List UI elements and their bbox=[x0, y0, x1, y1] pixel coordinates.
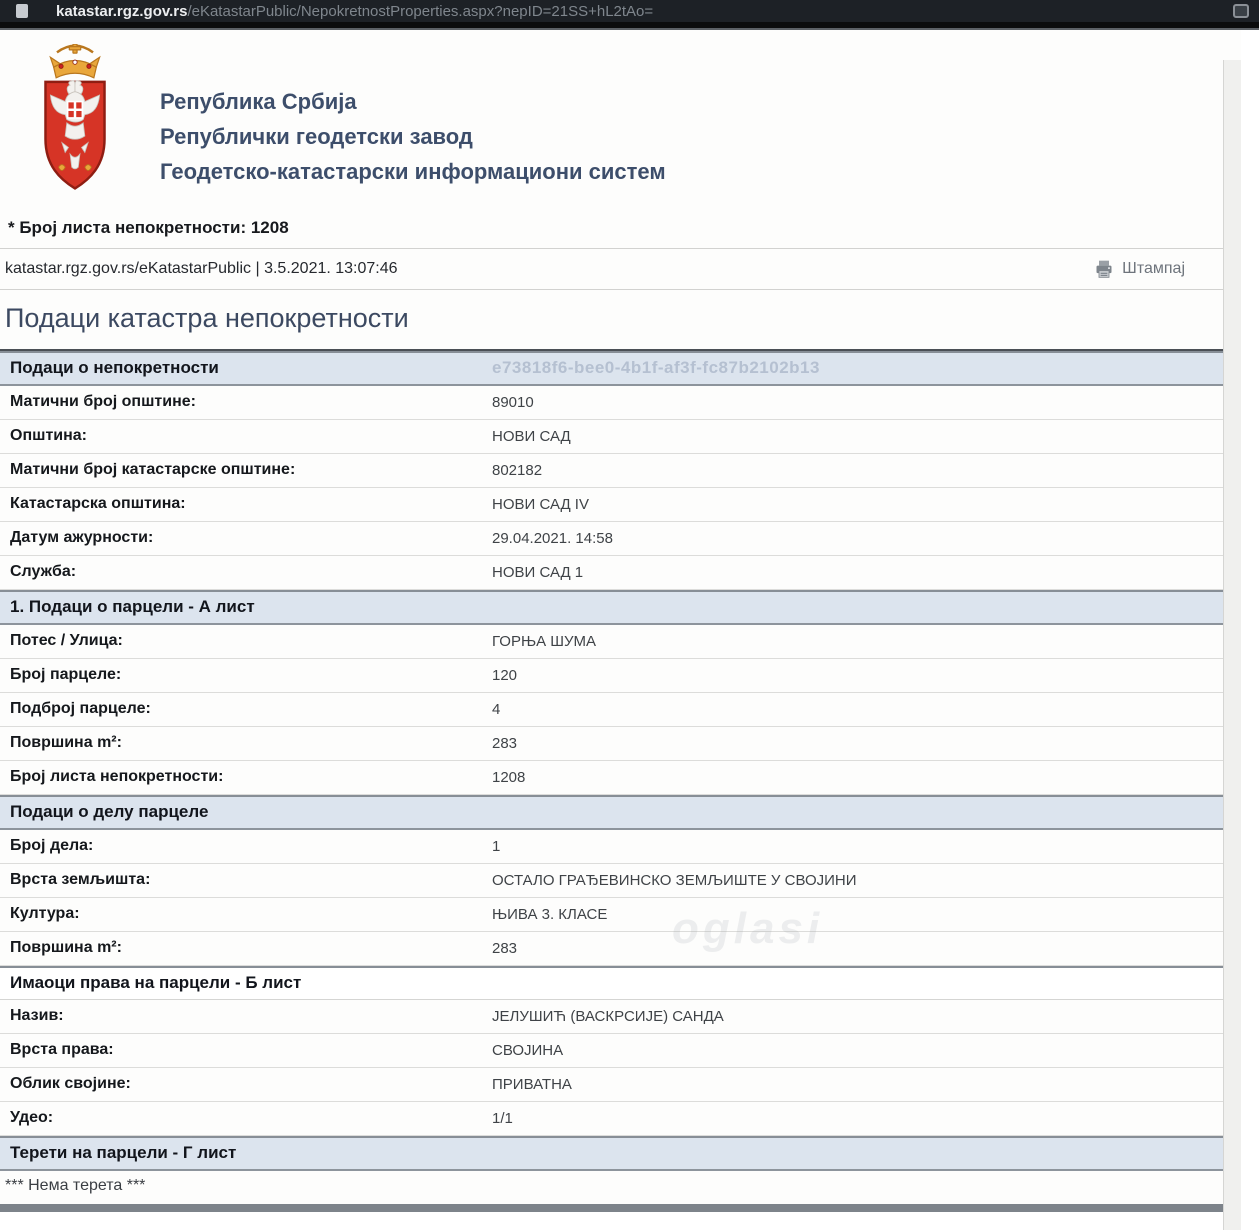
table-row: Култура: ЊИВА 3. КЛАСЕ bbox=[0, 898, 1241, 932]
serbia-coat-of-arms-icon bbox=[44, 44, 106, 190]
section-header: Имаоци права на парцели - Б лист bbox=[0, 968, 1241, 1000]
print-button[interactable]: Штампај bbox=[1094, 259, 1233, 279]
row-value: ГОРЊА ШУМА bbox=[492, 632, 597, 650]
property-guid: e73818f6-bee0-4b1f-af3f-fc87b2102b13 bbox=[492, 358, 820, 377]
section-parcel-a-list: 1. Подаци о парцели - А лист Потес / Ули… bbox=[0, 590, 1241, 795]
table-row: Врста земљишта: ОСТАЛО ГРАЂЕВИНСКО ЗЕМЉИ… bbox=[0, 864, 1241, 898]
masthead-line-country: Република Србија bbox=[160, 89, 357, 114]
table-row: Број листа непокретности: 1208 bbox=[0, 761, 1241, 795]
row-label: Општина: bbox=[10, 427, 88, 444]
table-row: Удео: 1/1 bbox=[0, 1102, 1241, 1136]
section-header: Подаци о делу парцеле bbox=[0, 797, 1241, 830]
page-icon bbox=[16, 4, 28, 18]
row-label: Површина m²: bbox=[10, 939, 122, 956]
table-row: Катастарска општина: НОВИ САД IV bbox=[0, 488, 1241, 522]
row-label: Облик својине: bbox=[10, 1075, 131, 1092]
ekatastar-page: Република Србија Републички геодетски за… bbox=[0, 30, 1241, 1230]
section-parcel-part: Подаци о делу парцеле Број дела: 1 Врста… bbox=[0, 795, 1241, 966]
table-bottom-bar bbox=[0, 1204, 1241, 1212]
browser-url-bar[interactable]: katastar.rgz.gov.rs/eKatastarPublic/Nepo… bbox=[0, 0, 1259, 22]
table-row: Матични број општине: 89010 bbox=[0, 386, 1241, 420]
row-label: Број дела: bbox=[10, 837, 94, 854]
section-header: 1. Подаци о парцели - А лист bbox=[0, 592, 1241, 625]
table-row: Број парцеле: 120 bbox=[0, 659, 1241, 693]
browser-action-icon[interactable] bbox=[1233, 4, 1249, 18]
table-row: Број дела: 1 bbox=[0, 830, 1241, 864]
section-header-label: Имаоци права на парцели - Б лист bbox=[10, 973, 302, 992]
row-value: ОСТАЛО ГРАЂЕВИНСКО ЗЕМЉИШТЕ У СВОЈИНИ bbox=[492, 871, 857, 889]
table-row: Општина: НОВИ САД bbox=[0, 420, 1241, 454]
source-timestamp: katastar.rgz.gov.rs/eKatastarPublic | 3.… bbox=[5, 260, 398, 277]
row-label: Потес / Улица: bbox=[10, 632, 123, 649]
row-value: 1 bbox=[492, 837, 501, 855]
row-value: НОВИ САД bbox=[492, 427, 571, 445]
section-encumbrances-g-list: Терети на парцели - Г лист *** Нема тере… bbox=[0, 1136, 1241, 1212]
print-label: Штампај bbox=[1122, 260, 1185, 277]
url-domain: katastar.rgz.gov.rs bbox=[56, 2, 188, 20]
row-value: 1208 bbox=[492, 768, 526, 786]
url-text[interactable]: katastar.rgz.gov.rs/eKatastarPublic/Nepo… bbox=[56, 3, 653, 20]
section-header-label: 1. Подаци о парцели - А лист bbox=[10, 597, 255, 616]
table-row: Датум ажурности: 29.04.2021. 14:58 bbox=[0, 522, 1241, 556]
masthead: Република Србија Републички геодетски за… bbox=[0, 30, 1241, 214]
sheet-number-line: * Број листа непокретности: 1208 bbox=[0, 214, 1241, 249]
row-label: Врста земљишта: bbox=[10, 871, 151, 888]
row-label: Култура: bbox=[10, 905, 80, 922]
row-label: Матични број општине: bbox=[10, 393, 196, 410]
row-label: Матични број катастарске општине: bbox=[10, 461, 296, 478]
page-title: Подаци катастра непокретности bbox=[5, 303, 409, 333]
row-value: 283 bbox=[492, 939, 518, 957]
masthead-line-agency: Републички геодетски завод bbox=[160, 124, 473, 149]
section-header-label: Подаци о делу парцеле bbox=[10, 802, 209, 821]
table-row: Матични број катастарске општине: 802182 bbox=[0, 454, 1241, 488]
table-row: Потес / Улица: ГОРЊА ШУМА bbox=[0, 625, 1241, 659]
row-value: 120 bbox=[492, 666, 518, 684]
section-header-label: Терети на парцели - Г лист bbox=[10, 1143, 237, 1162]
row-value: 802182 bbox=[492, 461, 543, 479]
section-header: Терети на парцели - Г лист bbox=[0, 1138, 1241, 1171]
section-rights-holders-b-list: Имаоци права на парцели - Б лист Назив: … bbox=[0, 966, 1241, 1136]
printer-icon bbox=[1096, 260, 1112, 278]
row-label: Датум ажурности: bbox=[10, 529, 154, 546]
row-value: ЊИВА 3. КЛАСЕ bbox=[492, 905, 608, 923]
table-row: Површина m²: 283 bbox=[0, 932, 1241, 966]
row-value: НОВИ САД IV bbox=[492, 495, 589, 513]
table-row: Површина m²: 283 bbox=[0, 727, 1241, 761]
cadastre-table: oglasi Подаци о непокретности e73818f6-b… bbox=[0, 349, 1241, 1212]
url-path: /eKatastarPublic/NepokretnostProperties.… bbox=[187, 2, 654, 20]
row-value: СВОЈИНА bbox=[492, 1041, 564, 1059]
row-value: НОВИ САД 1 bbox=[492, 563, 584, 581]
row-label: Површина m²: bbox=[10, 734, 122, 751]
table-row: Врста права: СВОЈИНА bbox=[0, 1034, 1241, 1068]
row-label: Назив: bbox=[10, 1007, 64, 1024]
row-value: 283 bbox=[492, 734, 518, 752]
section-header: Подаци о непокретности e73818f6-bee0-4b1… bbox=[0, 353, 1241, 386]
row-label: Служба: bbox=[10, 563, 77, 580]
browser-bar-divider bbox=[0, 22, 1259, 30]
table-row: Служба: НОВИ САД 1 bbox=[0, 556, 1241, 590]
table-row: Подброј парцеле: 4 bbox=[0, 693, 1241, 727]
scrollbar-gutter[interactable] bbox=[1223, 60, 1241, 1230]
source-row: katastar.rgz.gov.rs/eKatastarPublic | 3.… bbox=[0, 249, 1241, 290]
row-label: Број листа непокретности: bbox=[10, 768, 224, 785]
row-value: ПРИВАТНА bbox=[492, 1075, 572, 1093]
row-value: 89010 bbox=[492, 393, 534, 411]
row-label: Број парцеле: bbox=[10, 666, 122, 683]
table-row: Облик својине: ПРИВАТНА bbox=[0, 1068, 1241, 1102]
masthead-line-system: Геодетско-катастарски информациони систе… bbox=[160, 159, 666, 184]
no-encumbrances-note: *** Нема терета *** bbox=[0, 1171, 1241, 1204]
masthead-titles: Република Србија Републички геодетски за… bbox=[160, 44, 666, 196]
row-label: Подброј парцеле: bbox=[10, 700, 151, 717]
row-label: Катастарска општина: bbox=[10, 495, 186, 512]
row-label: Врста права: bbox=[10, 1041, 114, 1058]
section-property-data: Подаци о непокретности e73818f6-bee0-4b1… bbox=[0, 351, 1241, 590]
table-row: Назив: ЈЕЛУШИЋ (ВАСКРСИЈЕ) САНДА bbox=[0, 1000, 1241, 1034]
row-value: ЈЕЛУШИЋ (ВАСКРСИЈЕ) САНДА bbox=[492, 1007, 724, 1025]
section-header-label: Подаци о непокретности bbox=[10, 358, 219, 377]
row-value: 1/1 bbox=[492, 1109, 513, 1127]
row-value: 29.04.2021. 14:58 bbox=[492, 529, 613, 547]
row-label: Удео: bbox=[10, 1109, 54, 1126]
row-value: 4 bbox=[492, 700, 501, 718]
